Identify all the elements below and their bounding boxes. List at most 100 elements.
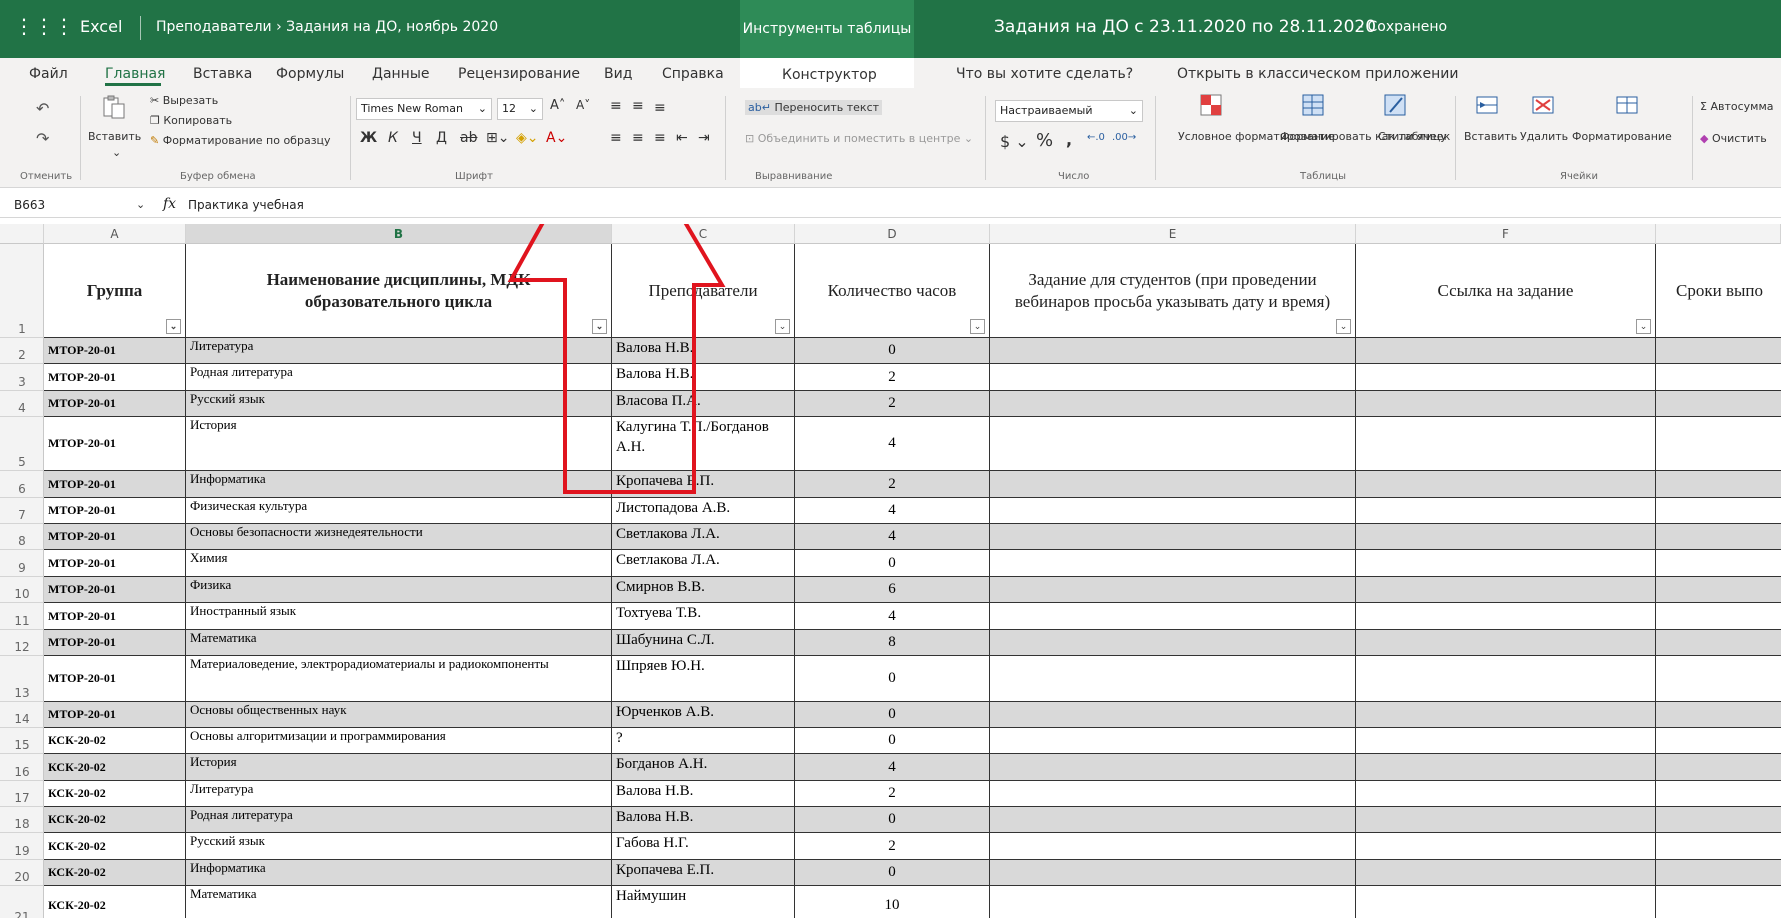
cell-styles-button[interactable]: Стили ячеек — [1378, 130, 1450, 143]
filter-dropdown-icon[interactable]: ⌄ — [775, 319, 790, 334]
cell-task[interactable] — [990, 550, 1356, 577]
column-header-d[interactable]: D — [795, 224, 990, 244]
cell-group[interactable]: КСК-20-02 — [44, 860, 186, 886]
paste-icon[interactable] — [101, 94, 127, 120]
cell-teacher[interactable]: Смирнов В.В. — [612, 577, 795, 603]
currency-icon[interactable]: $ ⌄ — [1000, 132, 1029, 151]
cell-group[interactable]: МТОР-20-01 — [44, 603, 186, 630]
cell-group[interactable]: МТОР-20-01 — [44, 338, 186, 364]
row-header[interactable]: 15 — [0, 728, 44, 754]
cell-hours[interactable]: 0 — [795, 860, 990, 886]
cell-teacher[interactable]: Светлакова Л.А. — [612, 550, 795, 577]
cell-teacher[interactable]: Наймушин — [612, 886, 795, 918]
cell-link[interactable] — [1356, 471, 1656, 498]
cell-deadline[interactable] — [1656, 754, 1781, 781]
cell-hours[interactable]: 0 — [795, 702, 990, 728]
cell-discipline[interactable]: История — [186, 754, 612, 781]
underline-icon[interactable]: Ч — [412, 130, 422, 146]
cell-link[interactable] — [1356, 391, 1656, 417]
strikethrough-icon[interactable]: ab — [460, 130, 477, 146]
breadcrumb[interactable]: Преподаватели › Задания на ДО, ноябрь 20… — [156, 19, 498, 35]
cell-hours[interactable]: 4 — [795, 498, 990, 524]
cell-discipline[interactable]: Родная литература — [186, 364, 612, 391]
double-underline-icon[interactable]: Д — [436, 130, 447, 146]
cell-group[interactable]: МТОР-20-01 — [44, 630, 186, 656]
cell-hours[interactable]: 0 — [795, 807, 990, 833]
cell-group[interactable]: МТОР-20-01 — [44, 391, 186, 417]
cell-deadline[interactable] — [1656, 728, 1781, 754]
cell-teacher[interactable]: Валова Н.В. — [612, 364, 795, 391]
shrink-font-icon[interactable]: A˅ — [576, 98, 590, 112]
cell-teacher[interactable]: Тохтуева Т.В. — [612, 603, 795, 630]
cell-teacher[interactable]: Листопадова А.В. — [612, 498, 795, 524]
cell-hours[interactable]: 4 — [795, 754, 990, 781]
cell-teacher[interactable]: Кропачева Е.П. — [612, 471, 795, 498]
cell-teacher[interactable]: Валова Н.В. — [612, 781, 795, 807]
cell-task[interactable] — [990, 860, 1356, 886]
cell-deadline[interactable] — [1656, 550, 1781, 577]
cell-group[interactable]: МТОР-20-01 — [44, 656, 186, 702]
tell-me-search[interactable]: Что вы хотите сделать? — [956, 66, 1133, 82]
align-bottom-icon[interactable]: ≡ — [654, 100, 666, 116]
cell-link[interactable] — [1356, 656, 1656, 702]
column-header-c[interactable]: C — [612, 224, 795, 244]
grow-font-icon[interactable]: A˄ — [550, 98, 565, 113]
clear-button[interactable]: ◆ Очистить — [1700, 132, 1767, 145]
formula-input[interactable]: Практика учебная — [188, 198, 304, 212]
filter-dropdown-icon[interactable]: ⌄ — [970, 319, 985, 334]
open-desktop-app-link[interactable]: Открыть в классическом приложении — [1177, 66, 1458, 82]
cell-deadline[interactable] — [1656, 781, 1781, 807]
filter-dropdown-icon[interactable]: ⌄ — [166, 319, 181, 334]
row-header[interactable]: 19 — [0, 833, 44, 860]
increase-indent-icon[interactable]: ⇥ — [698, 130, 710, 146]
cell-task[interactable] — [990, 338, 1356, 364]
cell-discipline[interactable]: Русский язык — [186, 391, 612, 417]
cell-group[interactable]: МТОР-20-01 — [44, 524, 186, 550]
cell-group[interactable]: КСК-20-02 — [44, 833, 186, 860]
column-header-e[interactable]: E — [990, 224, 1356, 244]
conditional-formatting-icon[interactable] — [1198, 92, 1224, 118]
format-cells-icon[interactable] — [1614, 92, 1640, 118]
cell-hours[interactable]: 0 — [795, 656, 990, 702]
cell-group[interactable]: МТОР-20-01 — [44, 471, 186, 498]
cell-deadline[interactable] — [1656, 656, 1781, 702]
row-header[interactable]: 6 — [0, 471, 44, 498]
format-cells-button[interactable]: Форматирование — [1572, 130, 1672, 143]
cell-group[interactable]: МТОР-20-01 — [44, 364, 186, 391]
align-middle-icon[interactable]: ≡ — [632, 98, 644, 114]
row-header[interactable]: 1 — [0, 244, 44, 338]
cell-group[interactable]: МТОР-20-01 — [44, 702, 186, 728]
cell-hours[interactable]: 4 — [795, 417, 990, 471]
autosum-button[interactable]: Σ Автосумма — [1700, 100, 1774, 113]
cell-discipline[interactable]: Родная литература — [186, 807, 612, 833]
undo-icon[interactable]: ↶ — [36, 100, 49, 118]
insert-cells-icon[interactable] — [1474, 92, 1500, 118]
row-header[interactable]: 8 — [0, 524, 44, 550]
borders-icon[interactable]: ⊞⌄ — [486, 130, 509, 146]
cell-task[interactable] — [990, 577, 1356, 603]
cell-task[interactable] — [990, 807, 1356, 833]
cell-task[interactable] — [990, 833, 1356, 860]
cell-teacher[interactable]: Кропачева Е.П. — [612, 860, 795, 886]
cell-link[interactable] — [1356, 338, 1656, 364]
number-format-combo[interactable]: Настраиваемый ⌄ — [995, 100, 1143, 122]
tab-home[interactable]: Главная — [105, 66, 165, 82]
row-header[interactable]: 4 — [0, 391, 44, 417]
cell-discipline[interactable]: Математика — [186, 630, 612, 656]
italic-icon[interactable]: К — [388, 130, 398, 146]
cell-teacher[interactable]: Власова П.А. — [612, 391, 795, 417]
tab-view[interactable]: Вид — [604, 66, 632, 82]
cell-discipline[interactable]: Информатика — [186, 860, 612, 886]
decrease-indent-icon[interactable]: ⇤ — [676, 130, 688, 146]
cell-hours[interactable]: 0 — [795, 728, 990, 754]
cell-deadline[interactable] — [1656, 860, 1781, 886]
cell-deadline[interactable] — [1656, 886, 1781, 918]
spreadsheet-grid[interactable]: A B C D E F 1 Группа ⌄ Наименование дисци… — [0, 224, 1781, 918]
cell-deadline[interactable] — [1656, 391, 1781, 417]
row-header[interactable]: 16 — [0, 754, 44, 781]
cell-teacher[interactable]: Богданов А.Н. — [612, 754, 795, 781]
copy-button[interactable]: ❐ Копировать — [150, 114, 232, 127]
cell-task[interactable] — [990, 781, 1356, 807]
name-box-dropdown-icon[interactable]: ⌄ — [136, 198, 145, 211]
row-header[interactable]: 2 — [0, 338, 44, 364]
